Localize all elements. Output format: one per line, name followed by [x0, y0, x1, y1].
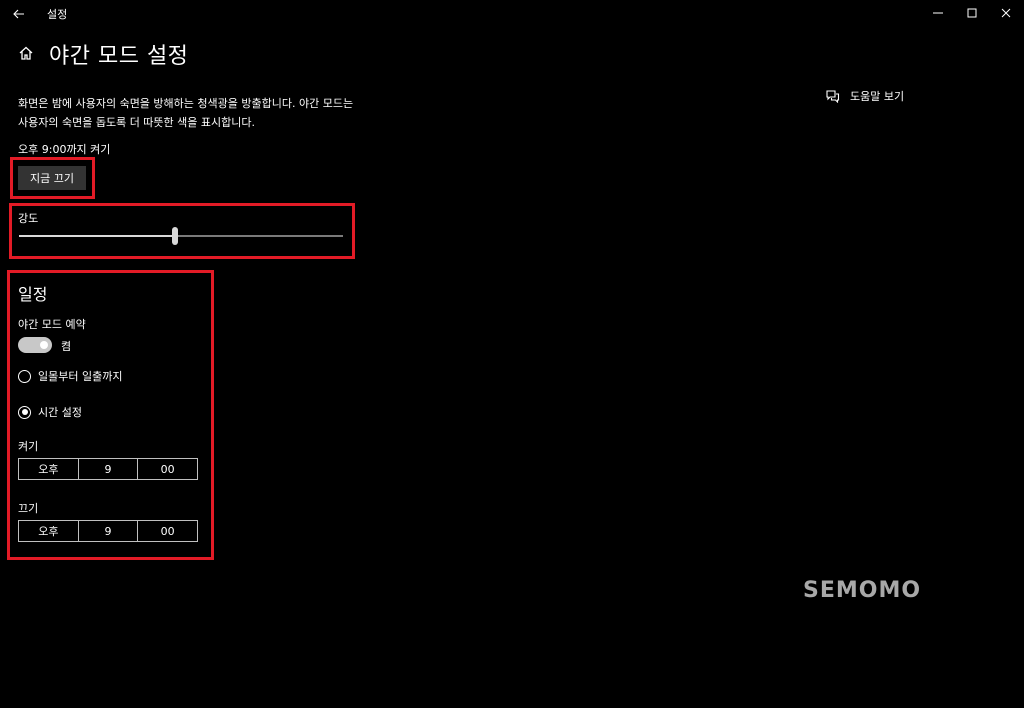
settings-window: 설정 야간 모드 설정 도움말 보기 화면은 밤에 사용자의 숙면을 방해하는 … [0, 0, 1024, 708]
description-text: 화면은 밤에 사용자의 숙면을 방해하는 청색광을 방출합니다. 야간 모드는 … [18, 97, 354, 129]
home-icon [19, 46, 33, 60]
highlight-box-strength [9, 203, 355, 259]
close-button[interactable] [989, 0, 1023, 26]
highlight-box-button [10, 157, 95, 199]
help-chat-icon [826, 90, 840, 103]
app-title: 설정 [47, 8, 68, 21]
help-link[interactable]: 도움말 보기 [825, 87, 904, 105]
night-light-status: 오후 9:00까지 켜기 [18, 143, 111, 156]
home-button[interactable] [18, 45, 36, 63]
maximize-icon [967, 8, 977, 18]
minimize-button[interactable] [921, 0, 955, 26]
watermark: SEMOMO [803, 578, 922, 603]
back-button[interactable] [8, 4, 30, 24]
back-arrow-icon [13, 9, 24, 19]
help-link-label: 도움말 보기 [850, 90, 905, 103]
title-bar: 설정 [0, 0, 1024, 28]
maximize-button[interactable] [955, 0, 989, 26]
highlight-box-schedule [7, 270, 214, 560]
minimize-icon [933, 12, 943, 14]
page-title: 야간 모드 설정 [49, 44, 189, 69]
close-icon [1001, 8, 1011, 18]
